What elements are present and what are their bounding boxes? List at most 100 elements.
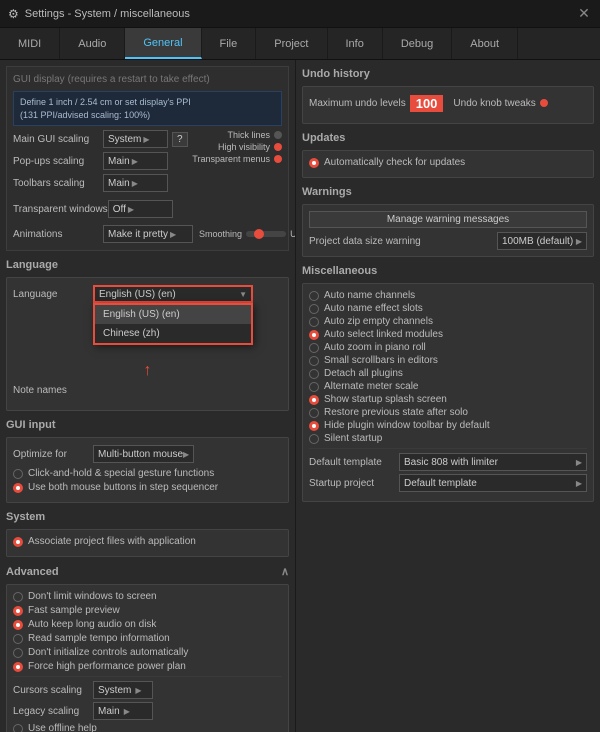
misc-option-3[interactable]: Auto select linked modules [309, 329, 587, 340]
settings-icon: ⚙ [8, 7, 19, 21]
misc-option-0[interactable]: Auto name channels [309, 290, 587, 301]
misc-option-4[interactable]: Auto zoom in piano roll [309, 342, 587, 353]
lang-dropdown-wrapper: English (US) (en) ▼ English (US) (en) Ch… [93, 285, 253, 303]
adv-option-0[interactable]: Don't limit windows to screen [13, 591, 282, 602]
cursors-scaling-select[interactable]: System ▶ [93, 681, 153, 699]
misc-radio-1 [309, 304, 319, 314]
legacy-scaling-select[interactable]: Main ▶ [93, 702, 153, 720]
main-scaling-select[interactable]: System ▶ [103, 130, 168, 148]
advanced-collapse-icon[interactable]: ∧ [281, 565, 289, 578]
default-template-select[interactable]: Basic 808 with limiter ▶ [399, 453, 587, 471]
adv-radio-0 [13, 592, 23, 602]
main-scaling-row: Main GUI scaling System ▶ ? [13, 130, 192, 148]
adv-radio-4 [13, 648, 23, 658]
transparent-menus-label: Transparent menus [192, 154, 282, 164]
updates-content: Automatically check for updates [302, 150, 594, 178]
advanced-title: Advanced ∧ [6, 563, 289, 580]
legacy-scaling-row: Legacy scaling Main ▶ [13, 702, 282, 720]
misc-radio-6 [309, 369, 319, 379]
misc-radio-0 [309, 291, 319, 301]
auto-check-radio [309, 158, 319, 168]
misc-content: Auto name channels Auto name effect slot… [302, 283, 594, 502]
smoothing-slider[interactable] [246, 231, 286, 237]
tab-info[interactable]: Info [328, 28, 383, 59]
manage-warnings-button[interactable]: Manage warning messages [309, 211, 587, 228]
misc-option-6[interactable]: Detach all plugins [309, 368, 587, 379]
title-bar: ⚙ Settings - System / miscellaneous ✕ [0, 0, 600, 28]
misc-option-5[interactable]: Small scrollbars in editors [309, 355, 587, 366]
warnings-content: Manage warning messages Project data siz… [302, 204, 594, 257]
undo-history-title: Undo history [302, 66, 594, 82]
misc-option-8[interactable]: Show startup splash screen [309, 394, 587, 405]
gui-input-title: GUI input [6, 417, 289, 433]
misc-radio-2 [309, 317, 319, 327]
tab-project[interactable]: Project [256, 28, 327, 59]
tab-debug[interactable]: Debug [383, 28, 452, 59]
animations-row: Animations Make it pretty ▶ Smoothing Ul… [13, 224, 282, 244]
gui-input-option-1[interactable]: Use both mouse buttons in step sequencer [13, 482, 282, 493]
language-section: Language Language English (US) (en) ▼ En… [6, 257, 289, 411]
close-button[interactable]: ✕ [576, 6, 592, 22]
tab-about[interactable]: About [452, 28, 518, 59]
language-title: Language [6, 257, 289, 273]
tab-file[interactable]: File [202, 28, 257, 59]
advanced-section: Advanced ∧ Don't limit windows to screen… [6, 563, 289, 732]
lang-option-chinese[interactable]: Chinese (zh) [95, 324, 251, 343]
transparent-windows-select[interactable]: Off ▶ [108, 200, 173, 218]
transparent-windows-row: Transparent windows Off ▶ [13, 200, 192, 218]
note-names-row: Note names [13, 380, 282, 400]
adv-option-4[interactable]: Don't initialize controls automatically [13, 647, 282, 658]
radio-dot-1 [13, 483, 23, 493]
language-dropdown: English (US) (en) Chinese (zh) [93, 303, 253, 345]
advanced-content: Don't limit windows to screen Fast sampl… [6, 584, 289, 732]
system-content: Associate project files with application [6, 529, 289, 557]
undo-max-value[interactable]: 100 [410, 95, 444, 112]
misc-radio-3 [309, 330, 319, 340]
gui-input-option-0[interactable]: Click-and-hold & special gesture functio… [13, 468, 282, 479]
adv-radio-2 [13, 620, 23, 630]
right-side-labels: Thick lines High visibility Transparent … [192, 130, 282, 166]
lang-option-english[interactable]: English (US) (en) [95, 305, 251, 324]
project-data-select[interactable]: 100MB (default) ▶ [497, 232, 587, 250]
auto-check-row[interactable]: Automatically check for updates [309, 157, 587, 168]
misc-option-7[interactable]: Alternate meter scale [309, 381, 587, 392]
misc-option-11[interactable]: Silent startup [309, 433, 587, 444]
undo-history-section: Undo history Maximum undo levels 100 Und… [302, 66, 594, 124]
adv-option-5[interactable]: Force high performance power plan [13, 661, 282, 672]
define-box: Define 1 inch / 2.54 cm or set display's… [13, 91, 282, 126]
tab-audio[interactable]: Audio [60, 28, 125, 59]
undo-max-row: Maximum undo levels 100 Undo knob tweaks [309, 93, 587, 113]
adv-option-1[interactable]: Fast sample preview [13, 605, 282, 616]
gui-display-section: GUI display (requires a restart to take … [6, 66, 289, 251]
scaling-help[interactable]: ? [172, 132, 188, 147]
misc-radio-10 [309, 421, 319, 431]
startup-project-row: Startup project Default template ▶ [309, 474, 587, 492]
gui-display-title: GUI display (requires a restart to take … [13, 73, 282, 85]
toolbars-scaling-select[interactable]: Main ▶ [103, 174, 168, 192]
misc-option-1[interactable]: Auto name effect slots [309, 303, 587, 314]
main-content: GUI display (requires a restart to take … [0, 60, 600, 732]
language-select[interactable]: English (US) (en) ▼ [93, 285, 253, 303]
startup-project-select[interactable]: Default template ▶ [399, 474, 587, 492]
optimize-select[interactable]: Multi-button mouse ▶ [93, 445, 194, 463]
right-panel: Undo history Maximum undo levels 100 Und… [296, 60, 600, 732]
animations-select[interactable]: Make it pretty ▶ [103, 225, 193, 243]
adv-radio-5 [13, 662, 23, 672]
popups-scaling-row: Pop-ups scaling Main ▶ [13, 152, 192, 170]
language-content: Language English (US) (en) ▼ English (US… [6, 277, 289, 411]
adv-option-3[interactable]: Read sample tempo information [13, 633, 282, 644]
misc-option-2[interactable]: Auto zip empty channels [309, 316, 587, 327]
toolbars-scaling-row: Toolbars scaling Main ▶ [13, 174, 192, 192]
system-option-0[interactable]: Associate project files with application [13, 536, 282, 547]
adv-option-2[interactable]: Auto keep long audio on disk [13, 619, 282, 630]
gui-input-section: GUI input Optimize for Multi-button mous… [6, 417, 289, 503]
tab-midi[interactable]: MIDI [0, 28, 60, 59]
popups-scaling-select[interactable]: Main ▶ [103, 152, 168, 170]
undo-history-content: Maximum undo levels 100 Undo knob tweaks [302, 86, 594, 124]
misc-option-10[interactable]: Hide plugin window toolbar by default [309, 420, 587, 431]
misc-option-9[interactable]: Restore previous state after solo [309, 407, 587, 418]
radio-dot-0 [13, 469, 23, 479]
offline-help-row[interactable]: Use offline help [13, 723, 282, 732]
tab-general[interactable]: General [125, 28, 201, 59]
default-template-row: Default template Basic 808 with limiter … [309, 453, 587, 471]
